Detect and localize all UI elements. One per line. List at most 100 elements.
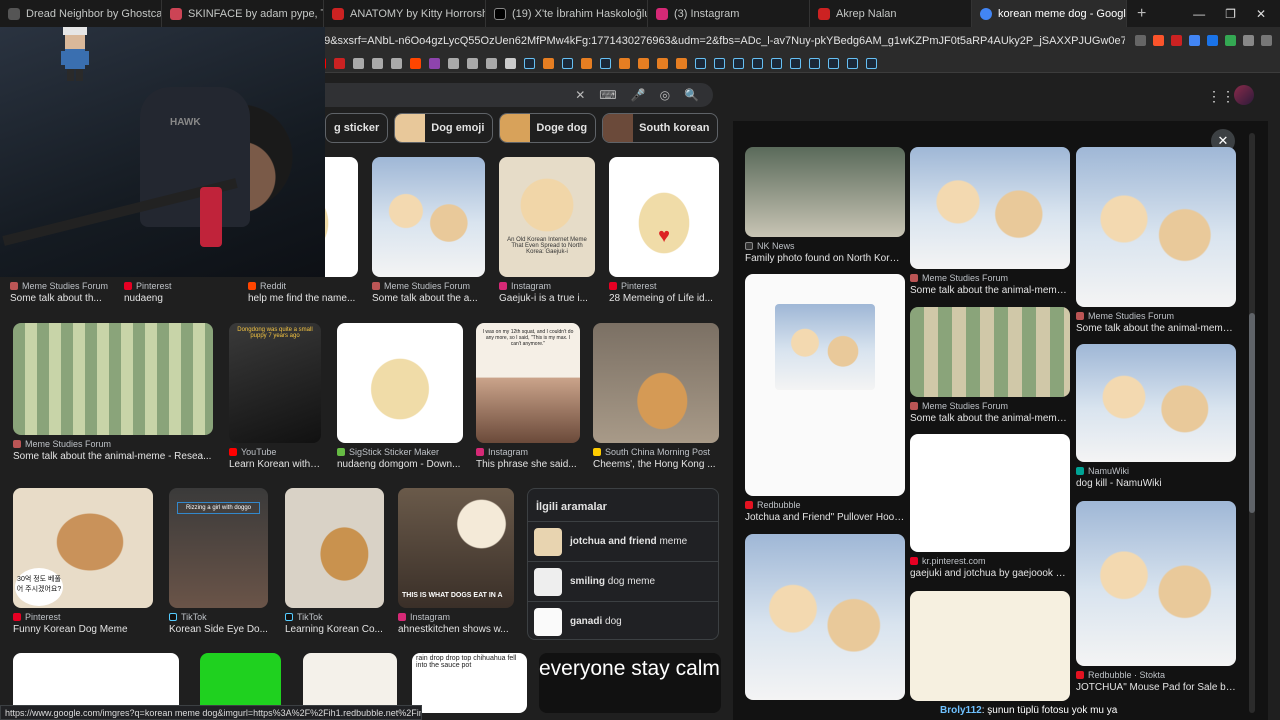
- folder-icon[interactable]: [505, 57, 516, 69]
- bookmark-icon[interactable]: [619, 57, 630, 69]
- share-icon[interactable]: [1135, 35, 1146, 46]
- steam-icon[interactable]: [695, 57, 706, 69]
- close-window-icon[interactable]: ✕: [1256, 7, 1266, 21]
- result-card[interactable]: Meme Studies Forum Some talk about the a…: [13, 323, 213, 473]
- panel-result[interactable]: Meme Studies Forum Some talk about the a…: [1076, 147, 1236, 339]
- result-image: [1076, 147, 1236, 307]
- result-card[interactable]: ♥ Pinterest 28 Memeing of Life id...: [609, 157, 719, 315]
- steam-icon[interactable]: [790, 57, 801, 69]
- chip-south-korean[interactable]: South korean: [602, 113, 719, 143]
- result-card[interactable]: SigStick Sticker Maker nudaeng domgom - …: [337, 323, 463, 473]
- chip-doge-dog[interactable]: Doge dog: [499, 113, 597, 143]
- result-card[interactable]: [303, 653, 397, 713]
- bookmark-icon[interactable]: [543, 57, 554, 69]
- bookmark-icon[interactable]: [353, 57, 364, 69]
- bookmark-icon[interactable]: [410, 57, 421, 69]
- related-item[interactable]: smiling dog meme: [528, 561, 718, 601]
- panel-result[interactable]: NamuWiki dog kill - NamuWiki: [1076, 344, 1236, 494]
- scrollbar-thumb[interactable]: [1249, 313, 1255, 513]
- bookmark-icon[interactable]: [334, 57, 345, 69]
- bookmark-icon[interactable]: [448, 57, 459, 69]
- panel-result[interactable]: Meme Studies Forum Some talk about the a…: [910, 307, 1070, 429]
- lens-icon[interactable]: ◎: [660, 88, 670, 102]
- related-item[interactable]: jotchua and friend meme: [528, 521, 718, 561]
- tab-1[interactable]: SKINFACE by adam pype, Ties Groen: [162, 0, 324, 27]
- result-image: [303, 653, 397, 713]
- result-card[interactable]: TikTok Learning Korean Co...: [285, 488, 384, 640]
- search-box[interactable]: ✕ ⌨ 🎤 ◎ 🔍: [325, 83, 713, 107]
- extension-icon[interactable]: [1171, 35, 1182, 46]
- result-card[interactable]: 30억 정도 베풀어 주시겠어요? Pinterest Funny Korean…: [13, 488, 153, 640]
- steam-icon[interactable]: [771, 57, 782, 69]
- tab-4[interactable]: (3) Instagram: [648, 0, 810, 27]
- panel-result[interactable]: [910, 591, 1070, 701]
- tab-3[interactable]: (19) X'te İbrahim Haskoloğlu: "🔴#S: [486, 0, 648, 27]
- result-card[interactable]: rain drop drop top chihuahua fell into t…: [412, 653, 527, 713]
- source-favicon: [10, 282, 18, 290]
- bookmark-icon[interactable]: [391, 57, 402, 69]
- panel-result[interactable]: [745, 534, 905, 700]
- result-card[interactable]: THIS IS WHAT DOGS EAT IN A Instagram ahn…: [398, 488, 514, 640]
- result-title: JOTCHUA" Mouse Pad for Sale by...: [1076, 682, 1236, 693]
- bookmark-icon[interactable]: [372, 57, 383, 69]
- panel-result[interactable]: Redbubble · Stokta JOTCHUA" Mouse Pad fo…: [1076, 501, 1236, 696]
- voice-search-icon[interactable]: 🎤: [631, 88, 646, 102]
- steam-icon[interactable]: [828, 57, 839, 69]
- bookmark-icon[interactable]: [657, 57, 668, 69]
- result-card[interactable]: Rizzing a girl with doggo TikTok Korean …: [169, 488, 268, 640]
- extension-icon[interactable]: [1207, 35, 1218, 46]
- steam-icon[interactable]: [714, 57, 725, 69]
- scrollbar[interactable]: [1249, 133, 1255, 713]
- bookmark-icon[interactable]: [429, 57, 440, 69]
- result-card[interactable]: Meme Studies Forum Some talk about the a…: [372, 157, 485, 315]
- chip-sticker[interactable]: g sticker: [325, 113, 389, 143]
- brave-shield-icon[interactable]: [1153, 35, 1164, 46]
- result-card[interactable]: everyone stay calm: [539, 653, 721, 713]
- bookmark-icon[interactable]: [581, 57, 592, 69]
- steam-icon[interactable]: [562, 57, 573, 69]
- result-title: Learn Korean with ...: [229, 459, 321, 470]
- result-card[interactable]: Dongdong was quite a small puppy 7 years…: [229, 323, 321, 473]
- extension-icon[interactable]: [1189, 35, 1200, 46]
- bookmark-icon[interactable]: [486, 57, 497, 69]
- panel-result[interactable]: Meme Studies Forum Some talk about the a…: [910, 147, 1070, 302]
- result-source: SigStick Sticker Maker: [337, 447, 463, 457]
- result-card[interactable]: I was on my 12th squat, and I couldn't d…: [476, 323, 580, 473]
- bookmark-icon[interactable]: [638, 57, 649, 69]
- avatar[interactable]: [1234, 85, 1254, 105]
- tab-2[interactable]: ANATOMY by Kitty Horrorshow: [324, 0, 486, 27]
- steam-icon[interactable]: [524, 57, 535, 69]
- keyboard-icon[interactable]: ⌨: [599, 88, 616, 102]
- result-card[interactable]: [13, 653, 179, 713]
- panel-result[interactable]: Redbubble Jotchua and Friend" Pullover H…: [745, 274, 905, 530]
- steam-icon[interactable]: [600, 57, 611, 69]
- panel-result[interactable]: NK News Family photo found on North Kore…: [745, 147, 905, 271]
- chip-dog-emoji[interactable]: Dog emoji: [394, 113, 494, 143]
- result-card[interactable]: An Old Korean Internet Meme That Even Sp…: [499, 157, 595, 315]
- steam-icon[interactable]: [866, 57, 877, 69]
- extension-icon[interactable]: [1243, 35, 1254, 46]
- steam-icon[interactable]: [733, 57, 744, 69]
- search-icon[interactable]: 🔍: [684, 88, 699, 102]
- new-tab-button[interactable]: +: [1127, 5, 1156, 23]
- tab-active[interactable]: korean meme dog - Google'da✕: [972, 0, 1127, 27]
- steam-icon[interactable]: [752, 57, 763, 69]
- menu-icon[interactable]: [1261, 35, 1272, 46]
- clear-search-icon[interactable]: ✕: [575, 88, 585, 102]
- minimize-icon[interactable]: —: [1193, 7, 1205, 21]
- result-card[interactable]: [200, 653, 281, 713]
- bookmark-icon[interactable]: [676, 57, 687, 69]
- maximize-icon[interactable]: ❐: [1225, 7, 1236, 21]
- image-caption: I was on my 12th squat, and I couldn't d…: [482, 329, 574, 347]
- google-apps-icon[interactable]: ⋮⋮: [1207, 89, 1235, 103]
- steam-icon[interactable]: [809, 57, 820, 69]
- bookmark-icon[interactable]: [467, 57, 478, 69]
- tab-5[interactable]: Akrep Nalan: [810, 0, 972, 27]
- extension-icon[interactable]: [1225, 35, 1236, 46]
- related-item[interactable]: ganadi dog: [528, 601, 718, 641]
- tab-0[interactable]: Dread Neighbor by Ghostcase001: [0, 0, 162, 27]
- result-card[interactable]: South China Morning Post Cheems', the Ho…: [593, 323, 719, 473]
- panel-result[interactable]: kr.pinterest.com gaejuki and jotchua by …: [910, 434, 1070, 584]
- steam-icon[interactable]: [847, 57, 858, 69]
- source-favicon: [372, 282, 380, 290]
